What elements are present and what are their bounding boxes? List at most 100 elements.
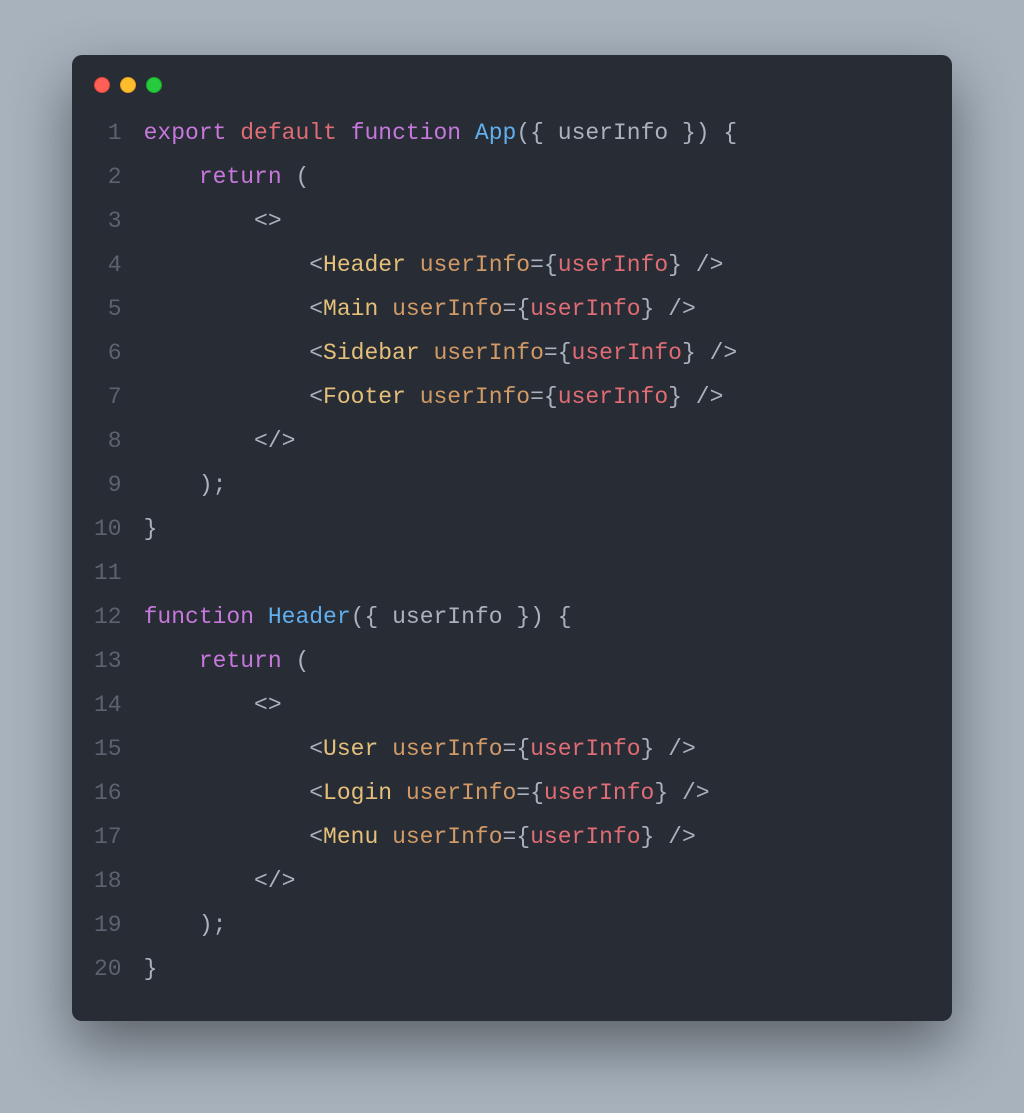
line-number: 18 [94,859,122,903]
code-line: export default function App({ userInfo }… [144,111,930,155]
token-punc [378,296,392,322]
token-punc: } [668,384,682,410]
token-punc: }) { [503,604,572,630]
line-number: 20 [94,947,122,991]
token-punc: } [668,252,682,278]
token-attr: userInfo [392,824,502,850]
token-punc: /> [668,780,709,806]
token-punc [392,780,406,806]
code-line: <> [144,199,930,243]
code-line: <Login userInfo={userInfo} /> [144,771,930,815]
code-line: return ( [144,639,930,683]
token-punc: <> [144,208,282,234]
token-punc: } [144,956,158,982]
token-expr: userInfo [558,384,668,410]
code-line: <> [144,683,930,727]
token-kw: function [144,604,254,630]
line-number: 10 [94,507,122,551]
code-window: 1234567891011121314151617181920 export d… [72,55,952,1021]
line-number: 5 [94,287,122,331]
token-punc: /> [654,296,695,322]
minimize-icon[interactable] [120,77,136,93]
code-line: <Header userInfo={userInfo} /> [144,243,930,287]
line-number: 8 [94,419,122,463]
code-line: <Footer userInfo={userInfo} /> [144,375,930,419]
code-line: ); [144,463,930,507]
token-cmp: Footer [323,384,406,410]
token-cmp: User [323,736,378,762]
line-number: 16 [94,771,122,815]
token-punc [254,604,268,630]
token-punc: ( [282,648,310,674]
token-attr: userInfo [392,296,502,322]
token-punc: ); [144,472,227,498]
token-punc: }) { [668,120,737,146]
code-line: <Main userInfo={userInfo} /> [144,287,930,331]
token-punc: { [516,824,530,850]
token-expr: userInfo [530,296,640,322]
token-punc: /> [682,252,723,278]
token-punc [420,340,434,366]
token-punc [144,164,199,190]
token-attr: userInfo [433,340,543,366]
token-punc: < [144,340,323,366]
token-ty: default [240,120,337,146]
line-number: 9 [94,463,122,507]
token-punc: < [144,252,323,278]
code-line: <Menu userInfo={userInfo} /> [144,815,930,859]
token-punc: ( [282,164,310,190]
token-punc [406,384,420,410]
code-line: </> [144,859,930,903]
token-kw: function [351,120,461,146]
token-punc: = [544,340,558,366]
line-number: 11 [94,551,122,595]
token-punc: = [530,384,544,410]
token-punc [461,120,475,146]
token-punc: ({ [516,120,557,146]
token-punc: = [530,252,544,278]
line-number-gutter: 1234567891011121314151617181920 [94,111,144,991]
code-line: ); [144,903,930,947]
token-expr: userInfo [558,252,668,278]
code-editor[interactable]: 1234567891011121314151617181920 export d… [72,111,952,991]
token-punc: { [544,384,558,410]
close-icon[interactable] [94,77,110,93]
token-cmp: Login [323,780,392,806]
token-punc: /> [696,340,737,366]
token-punc: ); [144,912,227,938]
zoom-icon[interactable] [146,77,162,93]
line-number: 6 [94,331,122,375]
token-punc [226,120,240,146]
line-number: 13 [94,639,122,683]
token-punc: } [144,516,158,542]
token-cmp: Main [323,296,378,322]
line-number: 2 [94,155,122,199]
token-punc: < [144,296,323,322]
token-expr: userInfo [544,780,654,806]
code-line: </> [144,419,930,463]
token-punc: = [503,296,517,322]
token-cmp: Menu [323,824,378,850]
code-content: export default function App({ userInfo }… [144,111,930,991]
token-punc: < [144,824,323,850]
token-punc: < [144,384,323,410]
token-expr: userInfo [530,736,640,762]
token-attr: userInfo [420,384,530,410]
token-attr: userInfo [420,252,530,278]
token-punc: </> [144,428,296,454]
code-line: <Sidebar userInfo={userInfo} /> [144,331,930,375]
token-punc: </> [144,868,296,894]
line-number: 4 [94,243,122,287]
token-punc: { [516,736,530,762]
code-line: } [144,947,930,991]
line-number: 1 [94,111,122,155]
code-line: return ( [144,155,930,199]
line-number: 14 [94,683,122,727]
token-punc: } [641,296,655,322]
line-number: 19 [94,903,122,947]
token-punc [337,120,351,146]
token-punc: } [641,824,655,850]
token-punc [144,648,199,674]
line-number: 17 [94,815,122,859]
line-number: 7 [94,375,122,419]
